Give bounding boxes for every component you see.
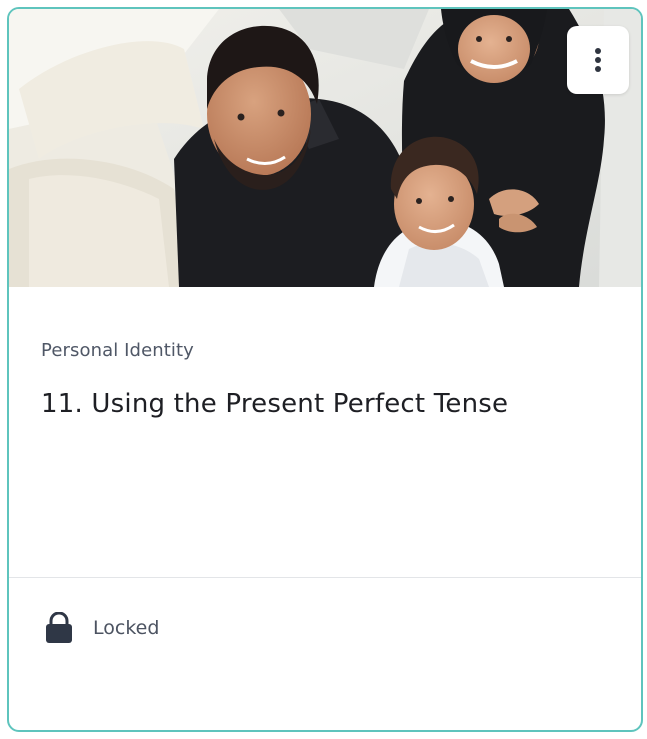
lesson-image bbox=[9, 9, 641, 287]
lesson-card[interactable]: Personal Identity 11. Using the Present … bbox=[7, 7, 643, 732]
family-photo bbox=[9, 9, 641, 287]
more-vertical-icon bbox=[595, 48, 601, 72]
lock-icon bbox=[46, 612, 72, 643]
lesson-title[interactable]: 11. Using the Present Perfect Tense bbox=[41, 389, 508, 419]
lock-status-label: Locked bbox=[93, 617, 160, 639]
lesson-category: Personal Identity bbox=[41, 340, 194, 361]
card-footer: Locked bbox=[9, 578, 641, 730]
card-content: Personal Identity 11. Using the Present … bbox=[9, 287, 641, 577]
more-options-button[interactable] bbox=[567, 26, 629, 94]
